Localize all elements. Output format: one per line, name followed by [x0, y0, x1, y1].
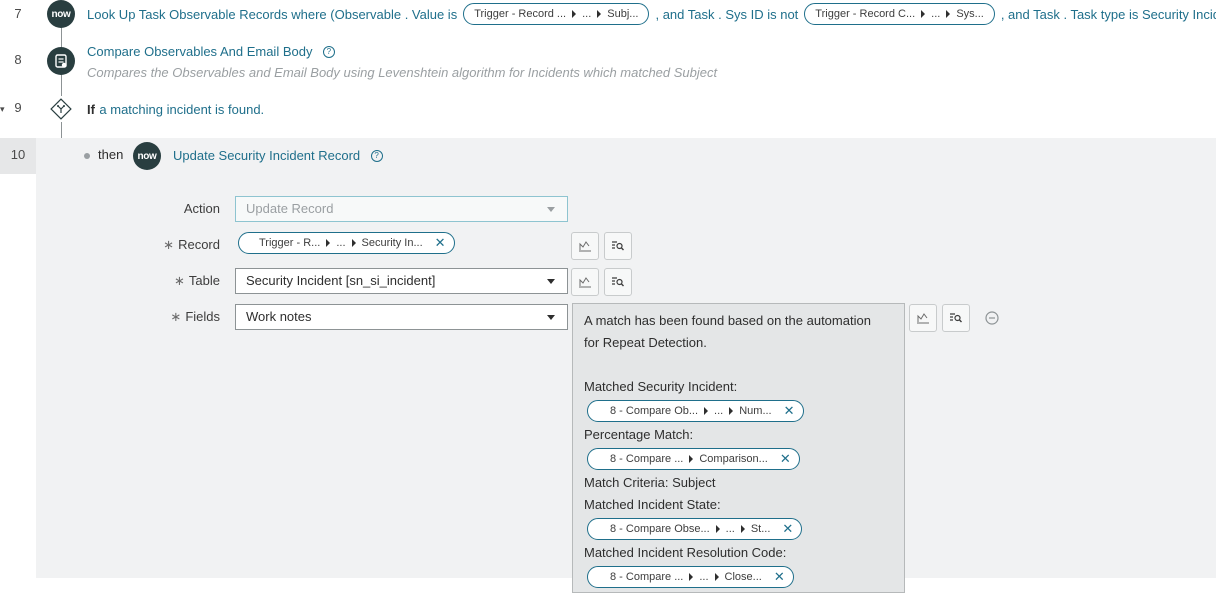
- data-picker-button[interactable]: [942, 304, 970, 332]
- required-icon: ∗: [170, 309, 182, 324]
- remove-field-icon[interactable]: [985, 311, 999, 325]
- percentage-label: Percentage Match:: [584, 427, 694, 442]
- caret-right-icon: [729, 407, 734, 415]
- caret-right-icon: [689, 455, 694, 463]
- step-10-title[interactable]: Update Security Incident Record: [173, 148, 360, 163]
- help-icon[interactable]: ?: [370, 149, 383, 162]
- flow-connector-line: [61, 122, 62, 138]
- step-number: 9: [14, 100, 22, 115]
- step-9-condition[interactable]: a matching incident is found.: [99, 102, 264, 117]
- close-icon[interactable]: ✕: [782, 518, 793, 540]
- step-7-title[interactable]: Look Up Task Observable Records where (O…: [87, 2, 1216, 26]
- resolution-label: Matched Incident Resolution Code:: [584, 545, 787, 560]
- caret-right-icon: [704, 407, 709, 415]
- caret-right-icon: [921, 10, 926, 18]
- work-notes-line: for Repeat Detection.: [584, 335, 707, 350]
- caret-right-icon: [689, 573, 694, 581]
- close-icon[interactable]: ✕: [784, 400, 795, 422]
- caret-right-icon: [946, 10, 951, 18]
- collapse-marker[interactable]: ▾: [0, 104, 5, 115]
- work-notes-textarea[interactable]: A match has been found based on the auto…: [572, 303, 905, 593]
- now-icon: now: [47, 0, 75, 28]
- caret-right-icon: [597, 10, 602, 18]
- help-icon[interactable]: ?: [322, 45, 335, 58]
- step-number: 10: [10, 147, 26, 162]
- fields-label: ∗ Fields: [170, 309, 220, 324]
- caret-right-icon: [326, 239, 331, 247]
- script-toggle-button[interactable]: [909, 304, 937, 332]
- step-8-title[interactable]: Compare Observables And Email Body: [87, 44, 312, 59]
- required-icon: ∗: [174, 273, 185, 288]
- work-notes-line: A match has been found based on the auto…: [584, 313, 871, 328]
- step-9-condition-row[interactable]: If a matching incident is found.: [87, 101, 264, 119]
- caret-right-icon: [714, 573, 719, 581]
- state-label: Matched Incident State:: [584, 497, 721, 512]
- now-icon: now: [133, 142, 161, 170]
- data-pill[interactable]: 8 - Compare ... Comparison... ✕: [587, 448, 800, 470]
- table-label: ∗ Table: [174, 273, 220, 288]
- flow-connector-line: [61, 74, 62, 96]
- caret-right-icon: [715, 525, 720, 533]
- action-select[interactable]: Update Record: [235, 196, 568, 222]
- table-select[interactable]: Security Incident [sn_si_incident]: [235, 268, 568, 294]
- close-icon[interactable]: ✕: [774, 566, 785, 588]
- close-icon[interactable]: ✕: [780, 448, 791, 470]
- match-criteria-text: Match Criteria: Subject: [584, 475, 716, 490]
- fields-select[interactable]: Work notes: [235, 304, 568, 330]
- chevron-down-icon: [547, 207, 555, 212]
- chevron-down-icon: [547, 315, 555, 320]
- if-keyword: If: [87, 102, 95, 117]
- required-icon: ∗: [163, 237, 175, 252]
- step-8-description: Compares the Observables and Email Body …: [87, 65, 718, 80]
- data-picker-button[interactable]: [604, 232, 632, 260]
- step-number: 7: [14, 6, 22, 21]
- then-keyword: then: [98, 147, 124, 162]
- step-number: 8: [14, 52, 22, 67]
- step-7-title-middle[interactable]: , and Task . Sys ID is not: [655, 7, 798, 22]
- step-7-title-prefix[interactable]: Look Up Task Observable Records where (O…: [87, 7, 457, 22]
- action-label: Action: [183, 201, 220, 216]
- data-pill[interactable]: 8 - Compare Obse... ... St... ✕: [587, 518, 803, 540]
- data-pill[interactable]: Trigger - Record C... ... Sys...: [804, 3, 995, 25]
- record-data-pill[interactable]: Trigger - R... ... Security In... ✕: [238, 232, 455, 254]
- step-8-title-row[interactable]: Compare Observables And Email Body ?: [87, 43, 335, 61]
- bullet-dot: [84, 153, 90, 159]
- record-label: ∗ Record: [163, 237, 220, 252]
- data-pill[interactable]: 8 - Compare ... ... Close... ✕: [587, 566, 794, 588]
- matched-incident-label: Matched Security Incident:: [584, 379, 738, 394]
- close-icon[interactable]: ✕: [435, 235, 446, 251]
- data-pill[interactable]: Trigger - Record ... ... Subj...: [463, 3, 650, 25]
- data-pill[interactable]: 8 - Compare Ob... ... Num... ✕: [587, 400, 804, 422]
- script-icon: [47, 47, 75, 75]
- flow-connector-line: [61, 26, 62, 48]
- caret-right-icon: [351, 239, 356, 247]
- data-picker-button[interactable]: [604, 268, 632, 296]
- branch-icon: [50, 98, 72, 120]
- step-10-title-row[interactable]: Update Security Incident Record ?: [173, 147, 383, 165]
- script-toggle-button[interactable]: [571, 268, 599, 296]
- step-7-title-suffix[interactable]: , and Task . Task type is Security Incid…: [1001, 7, 1216, 22]
- caret-right-icon: [572, 10, 577, 18]
- chevron-down-icon: [547, 279, 555, 284]
- script-toggle-button[interactable]: [571, 232, 599, 260]
- caret-right-icon: [740, 525, 745, 533]
